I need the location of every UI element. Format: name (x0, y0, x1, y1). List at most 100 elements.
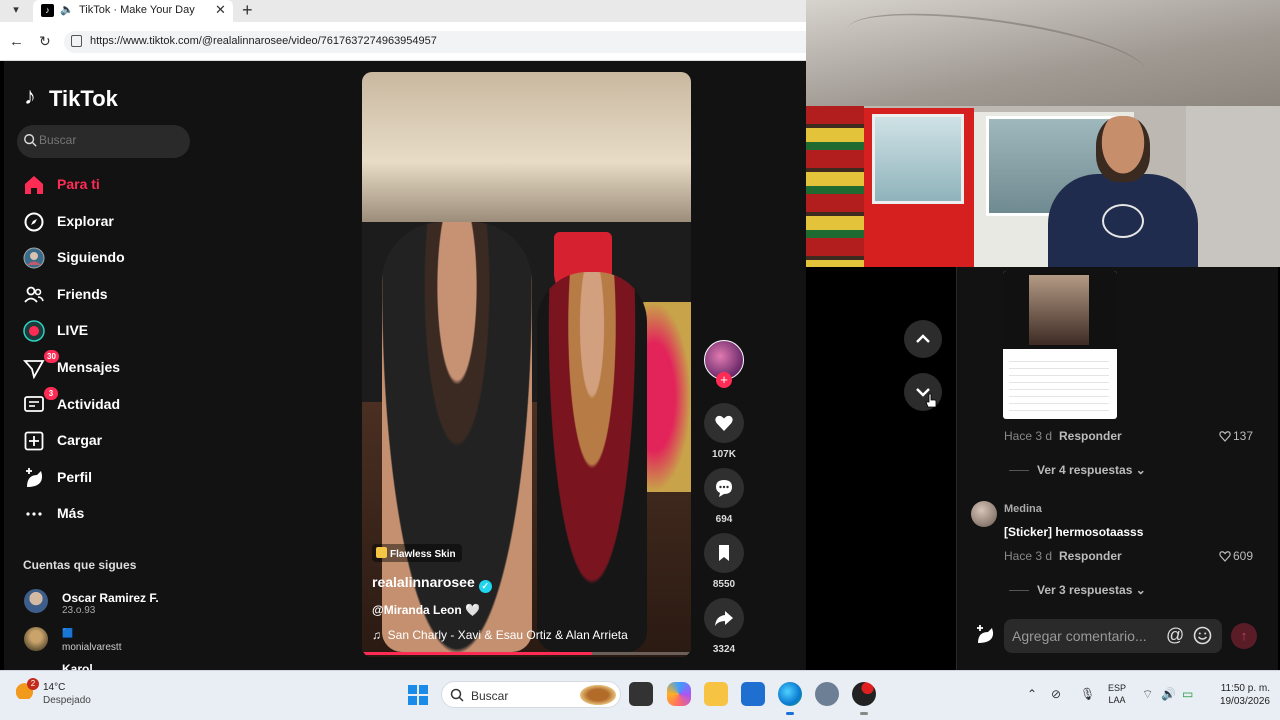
battery-icon[interactable]: ▭ (1182, 687, 1193, 701)
thumb-scene (1009, 355, 1109, 411)
follow-plus-icon[interactable]: + (716, 372, 732, 388)
nav-explorar[interactable]: Explorar (20, 207, 195, 237)
upload-icon (24, 431, 44, 451)
windows-start-icon[interactable] (408, 685, 428, 705)
clock[interactable]: 11:50 p. m. 19/03/2026 (1200, 682, 1270, 708)
commenter-name[interactable]: Medina (1004, 503, 1042, 515)
nav-label: Para ti (57, 176, 100, 192)
wifi-icon[interactable]: ⌔ (1142, 687, 1153, 702)
taskbar-search[interactable]: Buscar (441, 681, 621, 708)
divider (1009, 590, 1029, 592)
comment-input[interactable] (1012, 628, 1162, 644)
file-explorer-icon[interactable] (704, 682, 728, 706)
url-field[interactable]: https://www.tiktok.com/@realalinnarosee/… (64, 31, 806, 53)
video-progress-bar[interactable] (362, 652, 691, 655)
speaker-icon[interactable]: 🔈 (60, 3, 74, 16)
nav-perfil[interactable]: Perfil (20, 463, 195, 493)
video-music[interactable]: ♫ San Charly - Xavi & Esau Ortiz & Alan … (372, 628, 628, 642)
reload-icon[interactable]: ↻ (39, 33, 51, 50)
nav-actividad[interactable]: 3 Actividad (20, 387, 195, 420)
search-icon (24, 134, 37, 147)
video-player[interactable]: Flawless Skin realalinnarosee ✓ @Miranda … (362, 72, 691, 657)
nav-cargar[interactable]: Cargar (20, 426, 195, 456)
view-replies-button[interactable]: Ver 4 respuestas ⌄ (1009, 463, 1146, 477)
clock-time: 11:50 p. m. (1220, 683, 1270, 694)
like-button[interactable] (704, 403, 744, 443)
nav-live[interactable]: LIVE (20, 316, 195, 346)
back-arrow-icon[interactable]: ← (9, 33, 24, 50)
share-icon (715, 611, 733, 626)
chevron-down-icon: ⌄ (1135, 583, 1146, 597)
followed-account[interactable]: 🟦 monialvarestt (24, 627, 194, 657)
comment-input-box[interactable]: @ (1004, 619, 1222, 653)
edge-browser-icon[interactable] (778, 682, 802, 715)
nav-mas[interactable]: Más (20, 499, 195, 529)
tab-actions-chevron-icon[interactable]: ▾ (6, 3, 26, 19)
nav-friends[interactable]: Friends (20, 280, 195, 310)
lang-layout: LAA (1108, 695, 1126, 705)
account-name: Karol (62, 662, 93, 670)
music-title: San Charly - Xavi & Esau Ortiz & Alan Ar… (387, 628, 628, 642)
weather-temp[interactable]: 14°C (43, 682, 65, 693)
browser-tab[interactable]: ♪ 🔈 TikTok · Make Your Day ✕ (33, 0, 233, 22)
account-handle: monialvarestt (62, 642, 122, 653)
previous-video-button[interactable] (904, 320, 942, 358)
followed-account[interactable]: Karol (24, 660, 194, 670)
comment-button[interactable] (704, 468, 744, 508)
live-icon (23, 320, 45, 342)
comment-screenshot-image[interactable] (1003, 271, 1117, 419)
avatar[interactable] (971, 501, 997, 527)
mention-at-icon[interactable]: @ (1166, 625, 1184, 646)
start-tile (419, 685, 428, 694)
windows-taskbar: 2 14°C Despejado Buscar ⌃ ⊘ 🎙 ESP LAA ⌔ 🔊… (0, 670, 1280, 720)
search-box[interactable] (17, 125, 190, 158)
close-tab-icon[interactable]: ✕ (215, 2, 226, 18)
nav-label: Explorar (57, 213, 114, 229)
save-button[interactable] (704, 533, 744, 573)
compass-icon (24, 212, 44, 232)
webcam-scene (1096, 116, 1150, 182)
active-app-indicator (860, 712, 868, 715)
comments-panel: Hace 3 d Responder 137 Ver 4 respuestas … (956, 267, 1278, 670)
browser-address-bar: ← ↻ https://www.tiktok.com/@realalinnaro… (0, 22, 806, 61)
store-icon[interactable] (741, 682, 765, 706)
thumb-scene (1029, 275, 1089, 345)
comment-like[interactable]: 609 (1219, 549, 1253, 563)
weather-desc[interactable]: Despejado (43, 695, 91, 706)
reply-button[interactable]: Responder (1059, 549, 1122, 563)
settings-gear-icon[interactable] (815, 682, 839, 706)
add-sticker-icon[interactable] (975, 623, 997, 645)
share-button[interactable] (704, 598, 744, 638)
comment-like-count: 137 (1233, 429, 1254, 443)
emoji-icon[interactable] (1193, 626, 1212, 645)
copilot-icon[interactable] (667, 682, 691, 706)
comment-like[interactable]: 137 (1219, 429, 1253, 443)
nav-label: Siguiendo (57, 249, 125, 265)
task-view-icon[interactable] (629, 682, 653, 706)
nav-siguiendo[interactable]: Siguiendo (20, 243, 195, 273)
nav-para-ti[interactable]: Para ti (20, 170, 195, 200)
effect-tag[interactable]: Flawless Skin (372, 544, 462, 562)
send-comment-button[interactable]: ↑ (1231, 623, 1257, 649)
search-icon (450, 688, 464, 702)
view-replies-button[interactable]: Ver 3 respuestas ⌄ (1009, 583, 1146, 597)
reply-button[interactable]: Responder (1059, 429, 1122, 443)
video-author[interactable]: realalinnarosee ✓ (372, 574, 492, 593)
chevron-up-icon[interactable]: ⌃ (1027, 687, 1037, 701)
input-language[interactable]: ESP LAA (1108, 682, 1126, 706)
recording-app-icon[interactable] (852, 682, 876, 715)
video-scene (362, 72, 691, 222)
search-input[interactable] (39, 133, 179, 147)
volume-icon[interactable]: 🔊 (1161, 687, 1176, 701)
new-tab-plus-icon[interactable]: + (242, 0, 253, 21)
heart-outline-icon (1219, 551, 1231, 562)
microphone-icon[interactable]: 🎙 (1080, 687, 1095, 701)
video-mention[interactable]: @Miranda Leon 🤍 (372, 603, 480, 617)
site-info-icon[interactable] (71, 35, 82, 47)
nav-mensajes[interactable]: 30 Mensajes (20, 350, 195, 383)
notifications-off-icon[interactable]: ⊘ (1051, 687, 1061, 701)
effect-icon (376, 547, 387, 558)
start-tile (419, 696, 428, 705)
followed-account[interactable]: Oscar Ramirez F. 23.o.93 (24, 589, 194, 619)
comment-count: 694 (715, 514, 733, 525)
